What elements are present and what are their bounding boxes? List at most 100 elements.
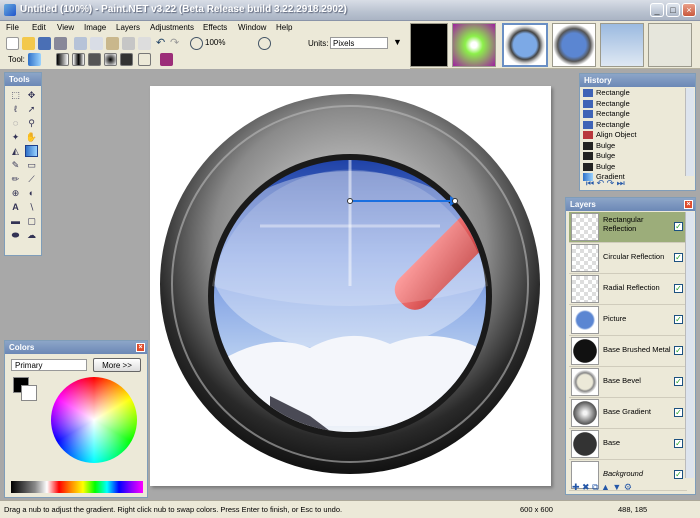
rectangle-select-icon[interactable]: ⬚ — [9, 89, 22, 101]
pencil-icon[interactable]: ✏ — [9, 173, 22, 185]
menu-adjustments[interactable]: Adjustments — [150, 23, 194, 32]
gradient-diamond-icon[interactable] — [88, 53, 101, 66]
undo-icon[interactable]: ↶ — [156, 37, 169, 50]
gradient-reflected-icon[interactable] — [72, 53, 85, 66]
minimize-button[interactable]: _ — [650, 3, 664, 17]
crop-icon[interactable] — [122, 37, 135, 50]
cut-icon[interactable] — [74, 37, 87, 50]
more-colors-button[interactable]: More >> — [93, 358, 141, 372]
layer-visibility-checkbox[interactable]: ✓ — [674, 408, 683, 417]
image-thumb-3[interactable] — [502, 23, 548, 67]
deselect-icon[interactable] — [138, 37, 151, 50]
zoom-icon[interactable]: ⚲ — [25, 117, 38, 129]
menu-edit[interactable]: Edit — [32, 23, 46, 32]
paste-icon[interactable] — [106, 37, 119, 50]
print-icon[interactable] — [54, 37, 67, 50]
layer-row[interactable]: Radial Reflection ✓ — [569, 274, 687, 305]
layer-row[interactable]: Rectangular Reflection ✓ — [569, 212, 687, 243]
color-wheel[interactable] — [51, 377, 137, 463]
layer-row[interactable]: Picture ✓ — [569, 305, 687, 336]
eraser-icon[interactable]: ▭ — [25, 159, 38, 171]
secondary-color-swatch[interactable] — [21, 385, 37, 401]
image-canvas[interactable] — [150, 86, 551, 486]
history-item[interactable]: Bulge — [583, 141, 615, 152]
menu-file[interactable]: File — [6, 23, 19, 32]
layer-visibility-checkbox[interactable]: ✓ — [674, 377, 683, 386]
rectangle-icon[interactable]: ▬ — [9, 215, 22, 227]
move-selected-icon[interactable]: ➚ — [25, 103, 38, 115]
palette-strip[interactable] — [11, 481, 143, 493]
line-curve-icon[interactable]: ∖ — [25, 201, 38, 213]
status-message: Drag a nub to adjust the gradient. Right… — [4, 505, 343, 514]
lasso-select-icon[interactable]: ℓ — [9, 103, 22, 115]
history-item[interactable]: Rectangle — [583, 99, 630, 110]
layers-panel-close-icon[interactable]: × — [684, 200, 693, 209]
antialias-icon[interactable] — [138, 53, 151, 66]
image-thumb-6[interactable] — [648, 23, 692, 67]
gradient-linear-icon[interactable] — [56, 53, 69, 66]
overflow-icon[interactable]: ▼ — [393, 37, 406, 50]
pan-icon[interactable]: ✋ — [25, 131, 38, 143]
freeform-shape-icon[interactable]: ☁ — [25, 229, 38, 241]
recolor-icon[interactable]: ◐ — [25, 187, 38, 199]
image-thumb-1[interactable] — [410, 23, 448, 67]
menu-help[interactable]: Help — [276, 23, 292, 32]
history-item[interactable]: Rectangle — [583, 88, 630, 99]
layer-row[interactable]: Base ✓ — [569, 429, 687, 460]
gradient-conical-icon[interactable] — [120, 53, 133, 66]
paint-bucket-icon[interactable]: ◭ — [9, 145, 22, 157]
layer-visibility-checkbox[interactable]: ✓ — [674, 222, 683, 231]
paintbrush-icon[interactable]: ✎ — [9, 159, 22, 171]
layer-row[interactable]: Base Bevel ✓ — [569, 367, 687, 398]
layer-visibility-checkbox[interactable]: ✓ — [674, 470, 683, 479]
menu-layers[interactable]: Layers — [116, 23, 140, 32]
image-thumb-4[interactable] — [552, 23, 596, 67]
text-icon[interactable]: A — [9, 201, 22, 213]
history-scrollbar[interactable] — [685, 88, 694, 176]
layer-row[interactable]: Base Brushed Metal ✓ — [569, 336, 687, 367]
current-tool-icon[interactable] — [28, 53, 41, 66]
menu-effects[interactable]: Effects — [203, 23, 227, 32]
color-mode-select[interactable]: Primary — [11, 359, 87, 371]
layer-visibility-checkbox[interactable]: ✓ — [674, 346, 683, 355]
history-item[interactable]: Rectangle — [583, 109, 630, 120]
colors-panel-close-icon[interactable]: × — [136, 343, 145, 352]
menu-view[interactable]: View — [57, 23, 74, 32]
gradient-radial-icon[interactable] — [104, 53, 117, 66]
menu-image[interactable]: Image — [84, 23, 106, 32]
magic-wand-icon[interactable]: ✦ — [9, 131, 22, 143]
history-item[interactable]: Rectangle — [583, 120, 630, 131]
clone-stamp-icon[interactable]: ⊕ — [9, 187, 22, 199]
history-item[interactable]: Bulge — [583, 162, 615, 173]
rounded-rectangle-icon[interactable]: ▢ — [25, 215, 38, 227]
gradient-icon[interactable] — [25, 145, 38, 157]
layer-row[interactable]: Base Gradient ✓ — [569, 398, 687, 429]
blend-mode-icon[interactable] — [160, 53, 173, 66]
layer-visibility-checkbox[interactable]: ✓ — [674, 315, 683, 324]
maximize-button[interactable]: □ — [666, 3, 680, 17]
zoom-in-icon[interactable] — [258, 37, 271, 50]
redo-icon[interactable]: ↷ — [170, 37, 183, 50]
new-icon[interactable] — [6, 37, 19, 50]
copy-icon[interactable] — [90, 37, 103, 50]
close-button[interactable]: × — [682, 3, 696, 17]
layer-visibility-checkbox[interactable]: ✓ — [674, 253, 683, 262]
open-icon[interactable] — [22, 37, 35, 50]
ellipse-select-icon[interactable]: ◌ — [9, 117, 22, 129]
image-thumb-5[interactable] — [600, 23, 644, 67]
history-item[interactable]: Align Object — [583, 130, 636, 141]
units-select[interactable]: Pixels — [330, 37, 388, 49]
image-thumb-2[interactable] — [452, 23, 496, 67]
move-selection-icon[interactable]: ✥ — [25, 89, 38, 101]
save-icon[interactable] — [38, 37, 51, 50]
zoom-out-icon[interactable] — [190, 37, 203, 50]
zoom-field[interactable]: 100% — [205, 38, 255, 49]
color-picker-icon[interactable]: ⟋ — [25, 173, 38, 185]
ellipse-icon[interactable]: ⬬ — [9, 229, 22, 241]
layers-scrollbar[interactable] — [685, 212, 694, 478]
layer-row[interactable]: Circular Reflection ✓ — [569, 243, 687, 274]
history-item[interactable]: Bulge — [583, 151, 615, 162]
menu-window[interactable]: Window — [238, 23, 266, 32]
layer-visibility-checkbox[interactable]: ✓ — [674, 439, 683, 448]
layer-visibility-checkbox[interactable]: ✓ — [674, 284, 683, 293]
